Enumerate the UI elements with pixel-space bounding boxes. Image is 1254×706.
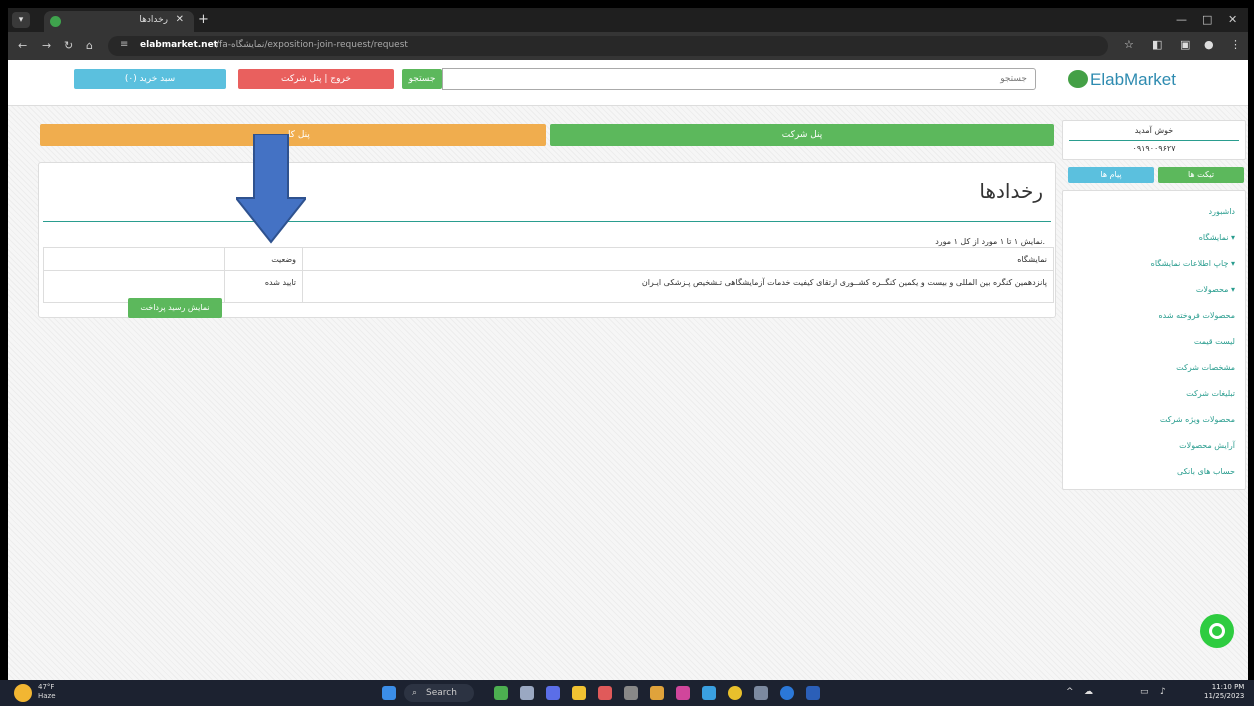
- back-icon[interactable]: ←: [18, 39, 27, 52]
- new-tab-button[interactable]: +: [198, 12, 209, 27]
- search-icon: ⌕: [412, 688, 418, 698]
- welcome-text: خوش آمدید: [1134, 126, 1174, 135]
- time: 11:10 PM: [1211, 683, 1245, 691]
- app-icon[interactable]: [624, 686, 638, 700]
- edge-icon[interactable]: [780, 686, 794, 700]
- reload-icon[interactable]: ↻: [64, 39, 73, 52]
- profile-icon[interactable]: ●: [1204, 38, 1214, 51]
- weather-icon[interactable]: [14, 684, 32, 702]
- sidebar-item-dashboard[interactable]: داشبورد: [1209, 207, 1235, 216]
- maximize-icon[interactable]: □: [1202, 13, 1212, 26]
- search-input[interactable]: [442, 68, 1036, 90]
- extensions-icon[interactable]: ◧: [1152, 38, 1162, 51]
- cloud-icon[interactable]: ☁: [1084, 687, 1093, 697]
- sidebar-item-print-exhibition[interactable]: چاپ اطلاعات نمایشگاه ▾: [1151, 259, 1235, 268]
- close-tab-icon[interactable]: ✕: [176, 14, 184, 25]
- menu-icon[interactable]: ⋮: [1230, 38, 1241, 51]
- row-exhibition: پانزدهمین کنگره بین المللی و بیست و یکمی…: [302, 270, 1053, 302]
- sidebar-item-company-info[interactable]: مشخصات شرکت: [1176, 363, 1235, 372]
- page-viewport: سبد خرید (۰) خروج | پنل شرکت جستجو ElabM…: [8, 60, 1248, 680]
- widgets-icon[interactable]: [494, 686, 508, 700]
- sidebar-item-sold-products[interactable]: محصولات فروخته شده: [1158, 311, 1235, 320]
- tickets-button[interactable]: تیکت ها: [1158, 167, 1244, 183]
- site-info-icon[interactable]: ≡: [120, 39, 128, 50]
- row-status: تایید شده: [224, 270, 302, 302]
- sidebar-item-products[interactable]: محصولات ▾: [1196, 285, 1235, 294]
- logo-text: ElabMarket: [1090, 70, 1176, 89]
- site-logo[interactable]: ElabMarket: [1068, 70, 1176, 94]
- results-summary: نمایش ۱ تا ۱ مورد از کل ۱ مورد.: [935, 237, 1045, 246]
- url-path: /fa-نمایشگاه/exposition-join-request/req…: [216, 40, 408, 50]
- header-exhibition: نمایشگاه: [302, 248, 1053, 270]
- sidebar-item-featured-products[interactable]: محصولات ویژه شرکت: [1160, 415, 1235, 424]
- sidebar-item-exhibition[interactable]: نمایشگاه ▾: [1199, 233, 1235, 242]
- events-card: رخدادها نمایش ۱ تا ۱ مورد از کل ۱ مورد. …: [38, 162, 1056, 318]
- app-icon[interactable]: [650, 686, 664, 700]
- cart-button[interactable]: سبد خرید (۰): [74, 69, 226, 89]
- browser-window: ▾ رخدادها ✕ + — □ ✕ ← → ↻ ⌂ ≡ elabmarket…: [8, 8, 1248, 680]
- tray-chevron-icon[interactable]: ^: [1066, 687, 1074, 697]
- welcome-divider: [1069, 140, 1239, 141]
- forward-icon[interactable]: →: [42, 39, 51, 52]
- header-actions: [44, 248, 224, 270]
- table-row-actions: نمایش رسید پرداخت: [44, 270, 224, 318]
- down-arrow-annotation: [236, 134, 306, 244]
- minimize-icon[interactable]: —: [1176, 13, 1187, 26]
- site-header: سبد خرید (۰) خروج | پنل شرکت جستجو ElabM…: [8, 60, 1248, 106]
- display-icon[interactable]: ▭: [1140, 687, 1149, 697]
- sidebar-item-product-arrangement[interactable]: آرایش محصولات: [1179, 441, 1235, 450]
- welcome-box: خوش آمدید ۰۹۱۹۰۰۹۶۲۷: [1062, 120, 1246, 160]
- video-app-icon[interactable]: [598, 686, 612, 700]
- app-icon[interactable]: [676, 686, 690, 700]
- task-view-icon[interactable]: [520, 686, 534, 700]
- tab-search-button[interactable]: ▾: [12, 12, 30, 28]
- sidebar-item-company-ads[interactable]: تبلیغات شرکت: [1186, 389, 1235, 398]
- url-host: elabmarket.net: [140, 40, 218, 50]
- weather-widget[interactable]: 47°F Haze: [38, 683, 56, 701]
- chrome-icon[interactable]: [728, 686, 742, 700]
- logout-panel-button[interactable]: خروج | پنل شرکت: [238, 69, 394, 89]
- address-bar-row: ← → ↻ ⌂ ≡ elabmarket.net /fa-نمایشگاه/ex…: [8, 32, 1248, 60]
- tab-title: رخدادها: [139, 15, 168, 25]
- windows-taskbar: 47°F Haze ⌕ Search ^ ☁ ▭ ♪ 11:10 PM 11/25…: [0, 680, 1254, 706]
- tab-strip: ▾ رخدادها ✕ + — □ ✕: [8, 8, 1248, 32]
- title-divider: [43, 221, 1051, 222]
- logo-icon: [1068, 70, 1088, 88]
- telegram-icon[interactable]: [702, 686, 716, 700]
- volume-icon[interactable]: ♪: [1160, 687, 1166, 697]
- user-phone: ۰۹۱۹۰۰۹۶۲۷: [1132, 144, 1176, 153]
- search-button[interactable]: جستجو: [402, 69, 442, 89]
- omnibox[interactable]: ≡ elabmarket.net /fa-نمایشگاه/exposition…: [108, 36, 1108, 56]
- home-icon[interactable]: ⌂: [86, 39, 93, 52]
- file-explorer-icon[interactable]: [572, 686, 586, 700]
- clock[interactable]: 11:10 PM 11/25/2023: [1204, 683, 1244, 701]
- settings-icon[interactable]: [754, 686, 768, 700]
- sidebar-menu: داشبورد نمایشگاه ▾ چاپ اطلاعات نمایشگاه …: [1062, 190, 1246, 490]
- start-icon[interactable]: [382, 686, 396, 700]
- side-panel-icon[interactable]: ▣: [1180, 38, 1190, 51]
- events-table: وضعیت نمایشگاه نمایش رسید پرداخت تایید ش…: [43, 247, 1054, 318]
- weather-condition: Haze: [38, 692, 56, 700]
- taskbar-search[interactable]: ⌕ Search: [404, 684, 474, 702]
- bookmark-star-icon[interactable]: ☆: [1124, 38, 1134, 51]
- messages-button[interactable]: پیام ها: [1068, 167, 1154, 183]
- sidebar-item-price-list[interactable]: لیست قیمت: [1194, 337, 1235, 346]
- tab-favicon-icon: [50, 16, 61, 27]
- word-icon[interactable]: [806, 686, 820, 700]
- chat-button[interactable]: [1200, 614, 1234, 648]
- browser-tab[interactable]: رخدادها ✕: [44, 11, 194, 32]
- tab-company-panel[interactable]: پنل شرکت: [550, 124, 1054, 146]
- page-title: رخدادها: [979, 179, 1043, 203]
- temperature: 47°F: [38, 683, 55, 691]
- sidebar-item-bank-accounts[interactable]: حساب های بانکی: [1177, 467, 1235, 476]
- header-status: وضعیت: [224, 248, 302, 270]
- teams-icon[interactable]: [546, 686, 560, 700]
- chat-icon: [1209, 623, 1225, 639]
- show-receipt-button[interactable]: نمایش رسید پرداخت: [128, 298, 222, 318]
- taskbar-search-label: Search: [426, 688, 457, 698]
- close-window-icon[interactable]: ✕: [1228, 13, 1237, 26]
- date: 11/25/2023: [1204, 692, 1245, 700]
